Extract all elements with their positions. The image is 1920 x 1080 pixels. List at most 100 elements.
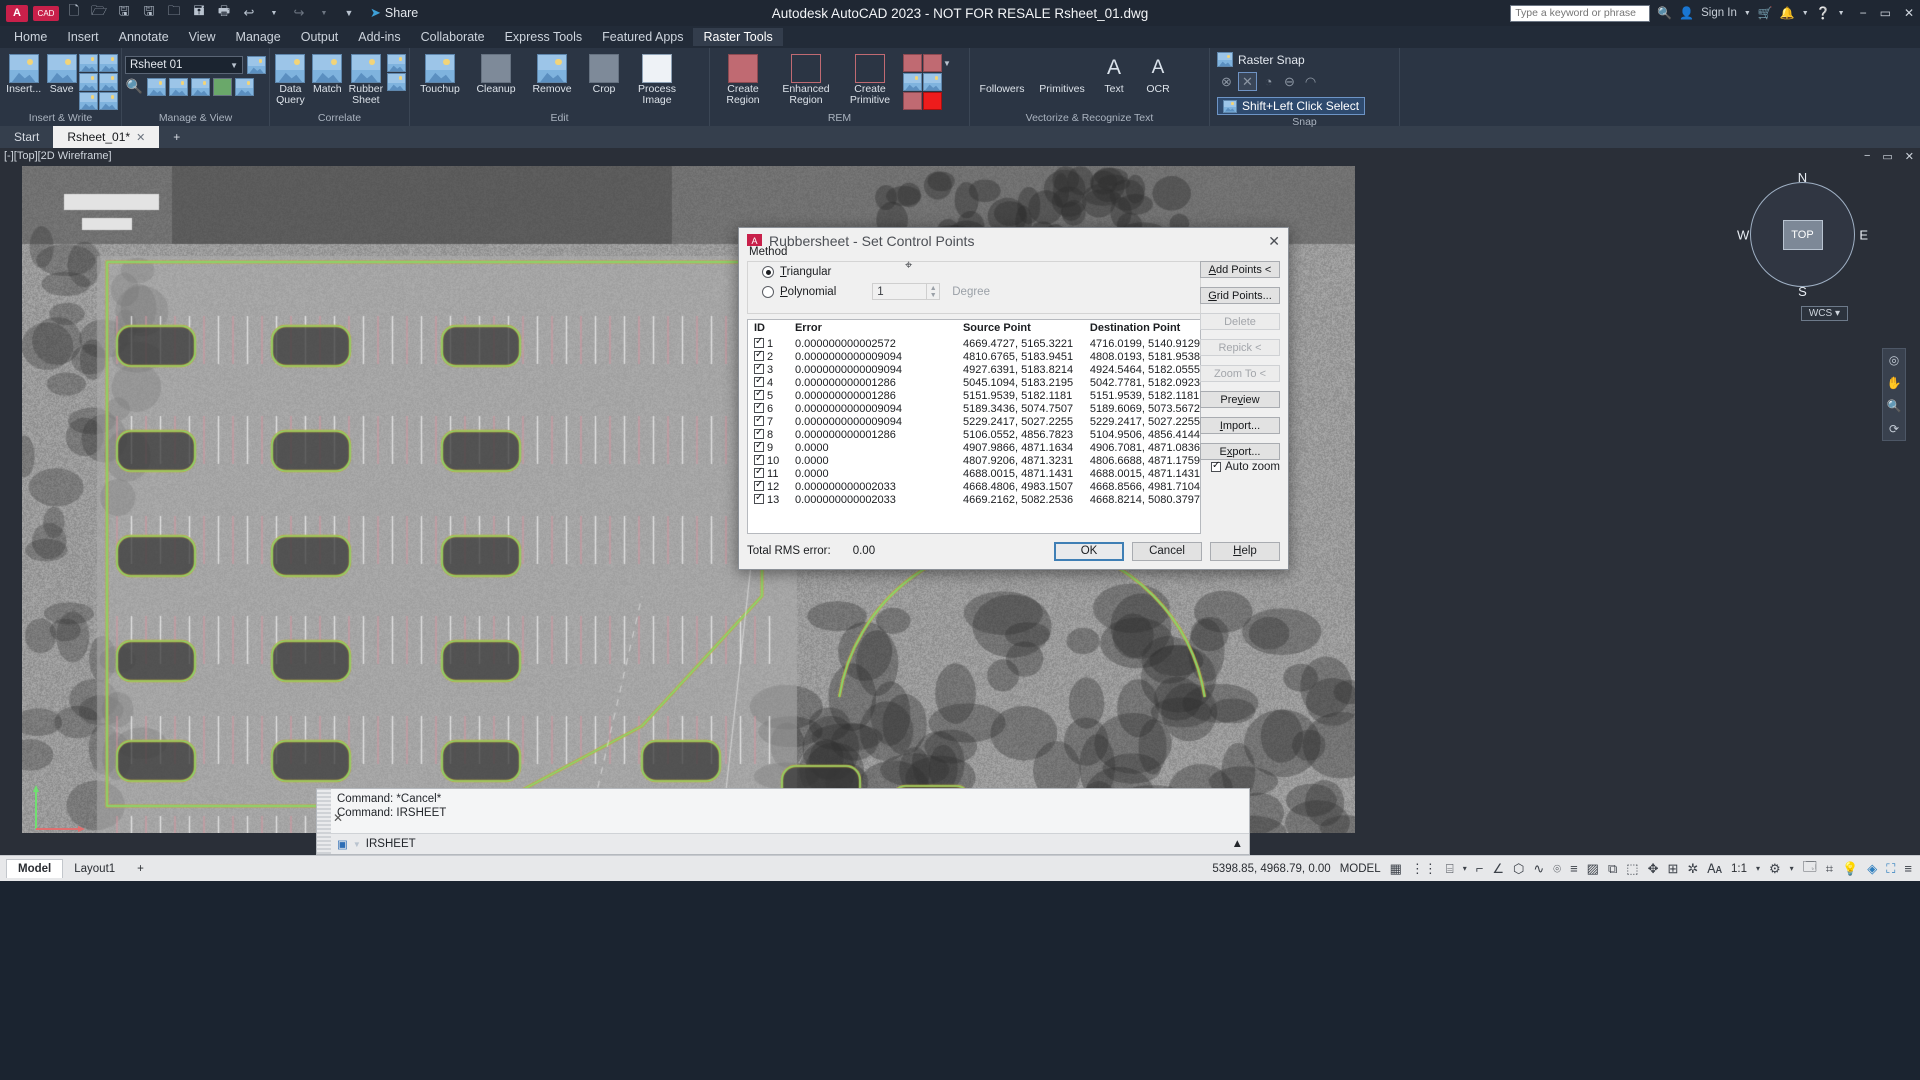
rsheet-combo[interactable]: Rsheet 01 ▼ <box>125 56 243 74</box>
file-tab-rsheet01[interactable]: Rsheet_01* ✕ <box>53 126 159 148</box>
annotation-visibility-icon[interactable]: 🗛 <box>1707 861 1722 877</box>
polynomial-radio[interactable] <box>762 286 774 298</box>
workspace-dropdown-icon[interactable]: ▾ <box>1790 864 1794 873</box>
row-checkbox[interactable] <box>754 481 764 491</box>
redo-dropdown-icon[interactable]: ▼ <box>314 4 334 22</box>
table-row[interactable]: 80.0000000000012865106.0552, 4856.782351… <box>748 428 1200 441</box>
region-pick-icon[interactable] <box>923 73 942 91</box>
region-color-icon[interactable] <box>923 92 942 110</box>
row-checkbox[interactable] <box>754 468 764 478</box>
show-image-icon[interactable] <box>147 78 166 96</box>
ribbon-tab-output[interactable]: Output <box>291 28 349 46</box>
sign-in-label[interactable]: Sign In <box>1701 7 1737 19</box>
col-header-error[interactable]: Error <box>795 320 963 337</box>
row-checkbox[interactable] <box>754 351 764 361</box>
data-query-button[interactable]: Data Query <box>273 52 308 106</box>
ribbon-tab-insert[interactable]: Insert <box>57 28 108 46</box>
grid-points-button[interactable]: Grid Points... <box>1200 287 1280 304</box>
snap-quadrant-icon[interactable]: ◔ <box>1259 72 1278 91</box>
help-dropdown-icon[interactable]: ▼ <box>1838 10 1845 17</box>
table-row[interactable]: 10.0000000000025724669.4727, 5165.322147… <box>748 337 1200 350</box>
snap-icon[interactable]: ⋮⋮ <box>1411 861 1437 877</box>
snap-tangent-icon[interactable]: ◠ <box>1301 72 1320 91</box>
help-button[interactable]: Help <box>1210 542 1280 561</box>
row-checkbox[interactable] <box>754 403 764 413</box>
object-snap-tracking-icon[interactable]: ∿ <box>1533 861 1544 877</box>
copy-image-icon[interactable] <box>213 78 232 96</box>
osnap-icon[interactable]: ⌾ <box>1553 861 1561 877</box>
ocr-button[interactable]: A OCR <box>1137 52 1179 95</box>
rubber-sheet-button[interactable]: Rubber Sheet <box>347 52 385 106</box>
search-icon[interactable]: 🔍 <box>1657 6 1672 20</box>
ribbon-tab-home[interactable]: Home <box>4 28 57 46</box>
user-icon[interactable]: 👤 <box>1679 6 1694 20</box>
polar-tracking-icon[interactable]: ∠ <box>1492 861 1504 877</box>
row-checkbox[interactable] <box>754 364 764 374</box>
undo-icon[interactable]: ↩ <box>239 4 259 22</box>
redo-icon[interactable]: ↪ <box>289 4 309 22</box>
hide-image-icon[interactable] <box>169 78 188 96</box>
table-row[interactable]: 110.00004688.0015, 4871.14314688.0015, 4… <box>748 467 1200 480</box>
maximize-button[interactable]: ▭ <box>1880 6 1891 20</box>
transparency-icon[interactable]: ▨ <box>1587 861 1599 877</box>
select-region-icon[interactable] <box>903 54 922 72</box>
layout1-tab[interactable]: Layout1 <box>63 860 126 878</box>
help-icon[interactable]: ❔ <box>1816 6 1831 20</box>
model-tab[interactable]: Model <box>6 859 63 878</box>
command-expand-icon[interactable]: ▲ <box>1232 838 1243 850</box>
crop-button[interactable]: Crop <box>581 52 627 95</box>
row-checkbox[interactable] <box>754 429 764 439</box>
image-manager-icon[interactable] <box>247 56 266 74</box>
ribbon-tab-featured-apps[interactable]: Featured Apps <box>592 28 693 46</box>
row-checkbox[interactable] <box>754 390 764 400</box>
share-button[interactable]: ➤ Share <box>370 5 418 21</box>
export-icon[interactable]: 🗀 <box>164 4 184 22</box>
ribbon-tab-raster-tools[interactable]: Raster Tools <box>693 28 782 46</box>
table-row[interactable]: 60.00000000000090945189.3436, 5074.75075… <box>748 402 1200 415</box>
clean-screen-icon[interactable]: ⛶ <box>1886 861 1895 877</box>
snap-center-icon[interactable]: ⊖ <box>1280 72 1299 91</box>
pan-icon[interactable]: ✋ <box>1887 376 1902 390</box>
remove-button[interactable]: Remove <box>525 52 579 95</box>
viewport-restore-icon[interactable]: ▭ <box>1882 150 1892 163</box>
isolate-objects-icon[interactable]: 💡 <box>1842 861 1858 877</box>
ortho-icon[interactable]: ⌐ <box>1476 861 1484 876</box>
save-icon[interactable]: 🖫 <box>114 4 134 22</box>
web-image-icon[interactable] <box>99 73 118 91</box>
close-tab-icon[interactable]: ✕ <box>136 131 145 144</box>
viewport-close-icon[interactable]: ✕ <box>1905 150 1914 163</box>
followers-button[interactable]: Followers <box>973 52 1031 95</box>
annotation-scale-label[interactable]: 1:1 <box>1731 863 1747 875</box>
command-input-row[interactable]: ▣ ▼ IRSHEET ▲ <box>317 833 1249 854</box>
command-input-value[interactable]: IRSHEET <box>366 838 416 850</box>
table-row[interactable]: 90.00004907.9866, 4871.16344906.7081, 48… <box>748 441 1200 454</box>
save-as-icon[interactable]: 🖫 <box>139 4 159 22</box>
cancel-button[interactable]: Cancel <box>1132 542 1202 561</box>
table-row[interactable]: 20.00000000000090944810.6765, 5183.94514… <box>748 350 1200 363</box>
selection-cycling-icon[interactable]: ⧉ <box>1608 861 1617 877</box>
autocad-logo-icon[interactable]: A <box>6 5 28 22</box>
region-copy-icon[interactable] <box>903 92 922 110</box>
orbit-icon[interactable]: ⟳ <box>1889 422 1899 436</box>
print-icon[interactable]: 🖶 <box>214 4 234 22</box>
grid-icon[interactable]: ▦ <box>1390 861 1402 877</box>
scale-image-icon[interactable] <box>387 73 406 91</box>
view-cube[interactable]: TOP N S E W <box>1740 172 1865 297</box>
lineweight-icon[interactable]: ≡ <box>1570 861 1578 876</box>
viewport-config-label[interactable]: [-][Top][2D Wireframe] <box>4 150 112 162</box>
zoom-extents-icon[interactable]: 🔍 <box>1887 399 1902 413</box>
add-points-button[interactable]: Add Points < <box>1200 261 1280 278</box>
zoom-image-icon[interactable]: 🔍 <box>125 78 144 96</box>
row-checkbox[interactable] <box>754 416 764 426</box>
enhanced-region-button[interactable]: Enhanced Region <box>775 52 837 106</box>
row-checkbox[interactable] <box>754 442 764 452</box>
attach-image-icon[interactable] <box>79 92 98 110</box>
raster-snap-header[interactable]: Raster Snap <box>1217 52 1305 67</box>
sign-in-dropdown-icon[interactable]: ▼ <box>1744 10 1751 17</box>
bell-icon[interactable]: 🔔 <box>1780 6 1795 20</box>
import-button[interactable]: Import... <box>1200 417 1280 434</box>
command-dropdown-icon[interactable]: ▼ <box>353 840 361 849</box>
steering-wheel-icon[interactable]: ◎ <box>1889 353 1899 367</box>
command-line[interactable]: ✕ Command: *Cancel* Command: IRSHEET ▣ ▼… <box>316 788 1250 855</box>
new-tab-button[interactable]: + <box>159 126 194 148</box>
